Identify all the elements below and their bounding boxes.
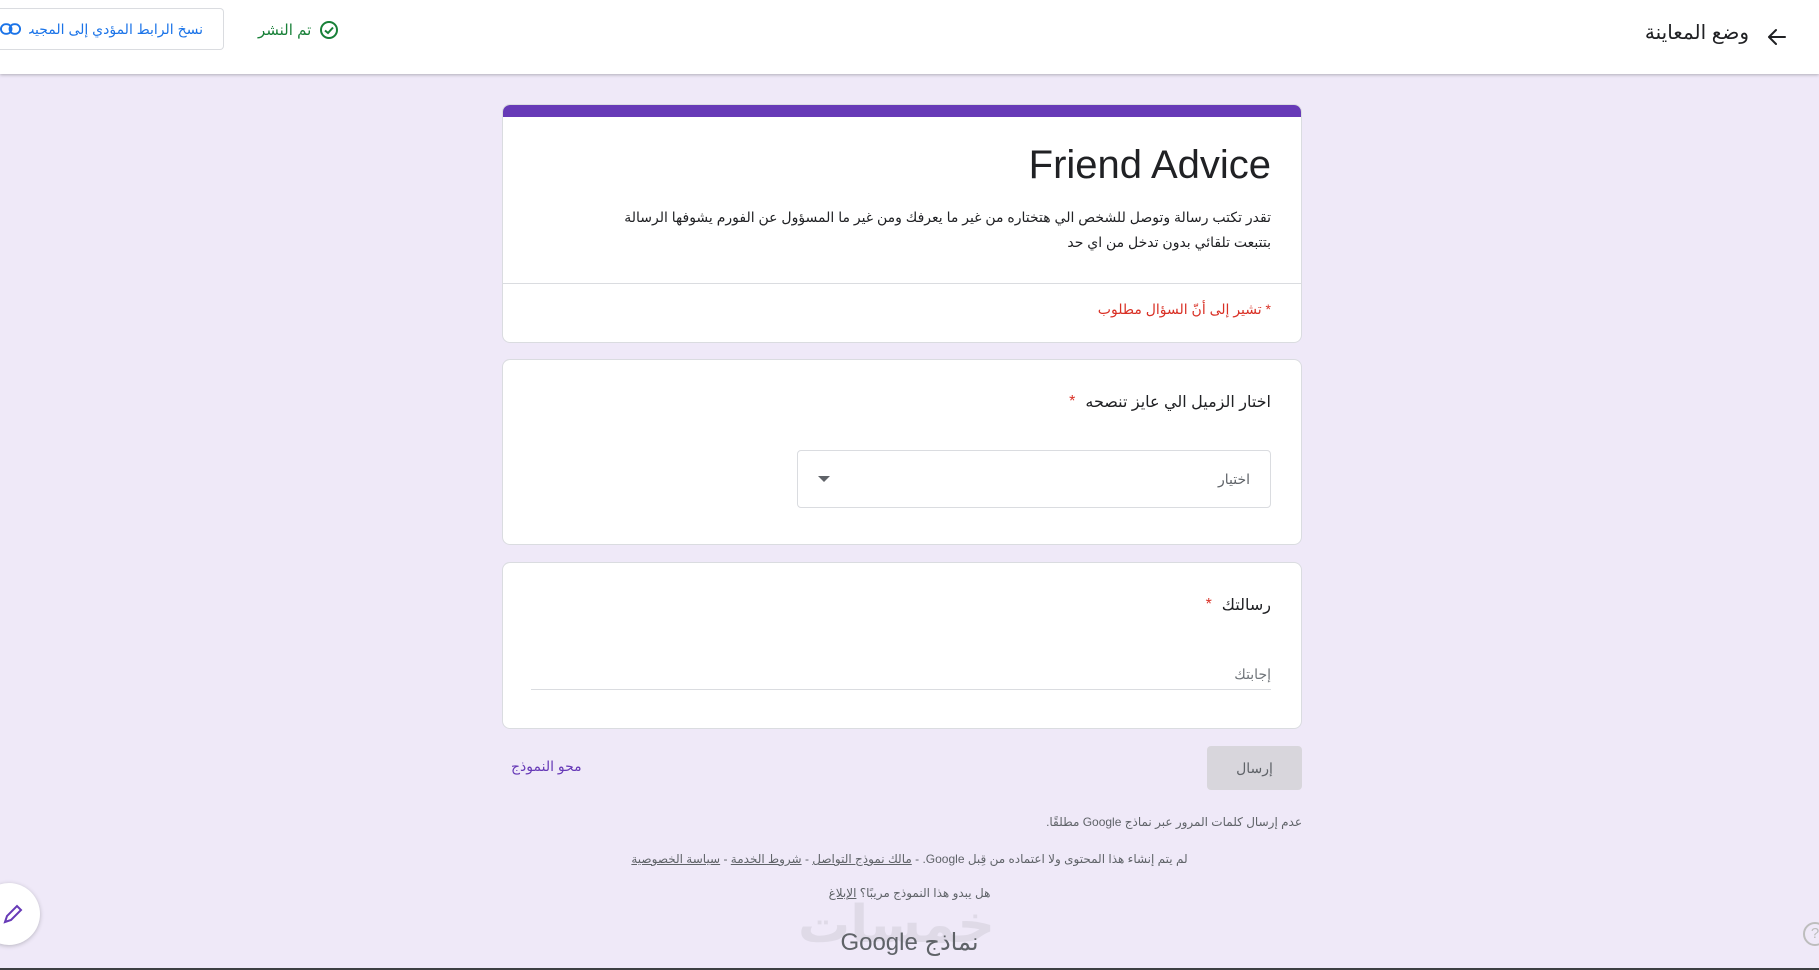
top-bar: وضع المعاينة تم النشر نسخ الرابط المؤدي … (0, 0, 1819, 74)
divider (503, 283, 1301, 284)
copy-responder-link-button[interactable]: نسخ الرابط المؤدي إلى المجيب (0, 8, 224, 50)
privacy-link[interactable]: سياسة الخصوصية (631, 852, 720, 866)
published-label: تم النشر (258, 22, 312, 39)
question-title: اختار الزميل الي عايز تنصحه * (1069, 392, 1271, 412)
back-button[interactable] (1757, 17, 1797, 57)
password-warning: عدم إرسال كلمات المرور عبر نماذج Google … (1046, 815, 1302, 829)
required-star: * (1205, 596, 1212, 613)
form-description: تقدر تكتب رسالة وتوصل للشخص الي هتختاره … (624, 209, 1271, 250)
form-header-card: Friend Advice تقدر تكتب رسالة وتوصل للشخ… (502, 104, 1302, 343)
question-title: رسالتك * (1206, 595, 1271, 615)
required-star: * (1069, 393, 1076, 410)
brand-forms: نماذج (924, 929, 979, 956)
separator: - (720, 852, 731, 866)
dropdown-arrow-icon (818, 476, 830, 482)
copy-link-label: نسخ الرابط المؤدي إلى المجيب (29, 20, 203, 37)
submit-button[interactable]: إرسال (1207, 746, 1302, 790)
message-answer-input[interactable] (531, 659, 1271, 690)
question-label: رسالتك (1221, 597, 1271, 614)
question-card-message: رسالتك * (502, 562, 1302, 729)
required-note: * تشير إلى أنّ السؤال مطلوب (1097, 301, 1271, 317)
arrow-back-icon (1768, 29, 1786, 45)
preview-mode-title: وضع المعاينة (1644, 22, 1749, 44)
check-circle-icon (320, 21, 339, 39)
friend-dropdown[interactable]: اختيار (797, 450, 1271, 508)
legal-text: لم يتم إنشاء هذا المحتوى ولا اعتماده من … (911, 852, 1188, 866)
published-status: تم النشر (258, 20, 339, 40)
terms-link[interactable]: شروط الخدمة (731, 852, 802, 866)
link-icon (0, 23, 22, 35)
question-card-friend: اختار الزميل الي عايز تنصحه * اختيار (502, 359, 1302, 545)
question-label: اختار الزميل الي عايز تنصحه (1085, 394, 1271, 411)
form-title: Friend Advice (1028, 143, 1271, 187)
clear-form-button[interactable]: محو النموذج (511, 758, 582, 775)
pencil-icon (3, 904, 23, 924)
owner-link[interactable]: مالك نموذج التواصل (812, 852, 912, 866)
separator: - (801, 852, 813, 866)
google-forms-logo: نماذج Google (0, 928, 1819, 957)
dropdown-placeholder: اختيار (1217, 470, 1250, 487)
brand-google: Google (840, 929, 918, 956)
accent-strip (503, 105, 1301, 117)
legal-footer: لم يتم إنشاء هذا المحتوى ولا اعتماده من … (0, 852, 1819, 866)
